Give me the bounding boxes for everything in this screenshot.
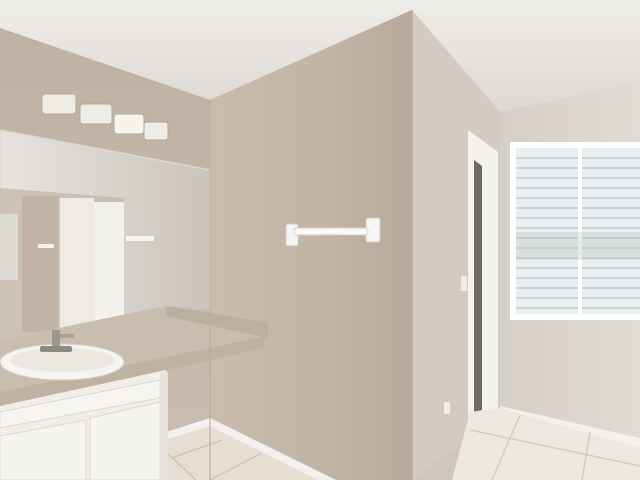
window [510,142,640,320]
light-switch [461,276,467,291]
outlet [444,402,450,414]
bathroom-scene [0,0,640,480]
